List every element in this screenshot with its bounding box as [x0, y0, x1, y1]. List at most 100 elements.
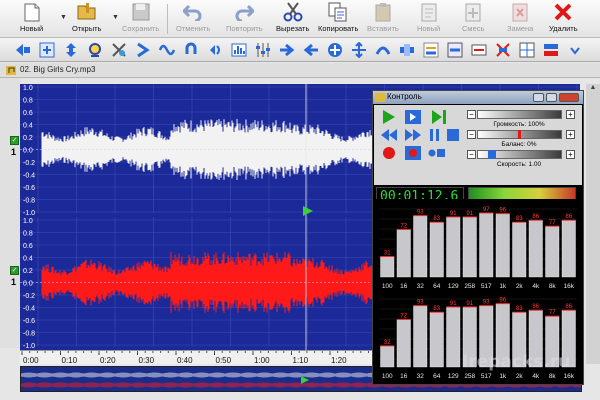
mixer-icon[interactable]	[398, 41, 416, 59]
eq-band-label: 32	[417, 373, 425, 380]
speed-minus-button[interactable]: −	[467, 150, 476, 159]
pause-button[interactable]	[426, 127, 444, 143]
forward-arrow-icon[interactable]	[134, 41, 152, 59]
eq-bar[interactable]	[495, 213, 510, 278]
amplitude-label: 0.4	[23, 123, 33, 130]
fade-left-icon[interactable]	[14, 41, 32, 59]
stop-button[interactable]	[444, 127, 462, 143]
volume-minus-button[interactable]: −	[467, 110, 476, 119]
eq-bar[interactable]	[462, 216, 477, 278]
overview-cursor-icon[interactable]	[301, 376, 309, 384]
redo-button[interactable]: Повторить	[226, 2, 263, 36]
mix-button[interactable]: Смесь	[462, 2, 484, 36]
paste-new-button[interactable]: Новый	[417, 2, 440, 36]
vertical-scrollbar[interactable]: ▲	[586, 84, 600, 364]
balance-minus-button[interactable]: −	[467, 130, 476, 139]
channel-1-checkbox[interactable]: ✓	[10, 136, 19, 145]
open-button[interactable]: Открыть	[72, 2, 101, 36]
normalize-level-icon[interactable]	[422, 41, 440, 59]
file-tab[interactable]: 02. Big Girls Cry.mp3	[0, 63, 600, 78]
play-selection-button[interactable]	[430, 109, 448, 125]
channel-2-checkbox[interactable]: ✓	[10, 266, 19, 275]
balance-thumb[interactable]	[518, 130, 521, 139]
balance-slider[interactable]	[477, 130, 562, 139]
delete-icon	[553, 2, 573, 22]
record-button[interactable]	[380, 145, 398, 161]
normalize-icon[interactable]	[38, 41, 56, 59]
right-arrow-icon[interactable]	[278, 41, 296, 59]
amplitude-label: -0.8	[23, 198, 35, 205]
magnify-icon[interactable]	[86, 41, 104, 59]
save-button[interactable]: Сохранить	[122, 2, 159, 36]
dropdown-icon[interactable]	[566, 41, 584, 59]
open-dropdown-icon[interactable]: ▼	[112, 14, 119, 21]
eq-bar[interactable]	[413, 215, 428, 278]
rewind-button[interactable]	[380, 127, 398, 143]
scroll-up-icon[interactable]: ▲	[588, 84, 598, 94]
noise-gate-icon[interactable]	[446, 41, 464, 59]
equalizer-icon[interactable]	[254, 41, 272, 59]
fast-forward-button[interactable]	[404, 127, 422, 143]
undo-button[interactable]: Отменить	[176, 2, 210, 36]
new-dropdown-icon[interactable]: ▼	[60, 14, 67, 21]
minimize-button[interactable]	[533, 93, 544, 102]
trim-icon[interactable]	[494, 41, 512, 59]
eq-bar[interactable]	[479, 212, 494, 278]
play-button[interactable]	[380, 109, 398, 125]
amplitude-label: 0.6	[23, 110, 33, 117]
replace-button[interactable]: Замена	[507, 2, 533, 36]
play-icon	[383, 110, 395, 124]
echo-icon[interactable]	[206, 41, 224, 59]
eq-bar[interactable]	[380, 256, 395, 278]
maximize-button[interactable]	[546, 93, 557, 102]
eq-bar[interactable]	[446, 306, 461, 368]
eq-bar[interactable]	[446, 216, 461, 278]
cut-button[interactable]: Вырезать	[276, 2, 309, 36]
compress-icon[interactable]	[350, 41, 368, 59]
eq-bar[interactable]	[545, 225, 560, 278]
speed-thumb[interactable]	[488, 150, 496, 159]
bars-icon[interactable]	[230, 41, 248, 59]
speed-icon[interactable]	[374, 41, 392, 59]
eq-bar[interactable]	[512, 222, 527, 278]
amplify-icon[interactable]	[62, 41, 80, 59]
wave-curve-icon[interactable]	[158, 41, 176, 59]
balance-plus-button[interactable]: +	[566, 130, 575, 139]
eq-bar[interactable]	[380, 345, 395, 368]
copy-button[interactable]: Копировать	[318, 2, 358, 36]
record-options-button[interactable]	[428, 145, 446, 161]
undo-icon	[183, 2, 203, 22]
paste-button[interactable]: Вставить	[367, 2, 399, 36]
loop-icon[interactable]	[182, 41, 200, 59]
eq-bar[interactable]	[429, 312, 444, 368]
volume-slider[interactable]	[477, 110, 562, 119]
equalizer-top[interactable]: 31100721693328364911299125897517961k832k…	[375, 199, 579, 291]
silence-icon[interactable]	[470, 41, 488, 59]
eq-bar[interactable]	[413, 305, 428, 368]
eq-value-label: 83	[433, 216, 440, 222]
left-arrow-icon[interactable]	[302, 41, 320, 59]
stereo-icon[interactable]	[542, 41, 560, 59]
new-button[interactable]: Новый	[20, 2, 43, 36]
delete-button[interactable]: Удалить	[549, 2, 578, 36]
grid-icon[interactable]	[518, 41, 536, 59]
speed-slider[interactable]	[477, 150, 562, 159]
record-loop-button[interactable]	[404, 145, 422, 161]
time-label: 1:00	[254, 356, 270, 364]
amplitude-label: 0.0	[23, 281, 33, 288]
center-icon[interactable]	[326, 41, 344, 59]
eq-value-label: 91	[450, 211, 457, 217]
remove-icon[interactable]	[110, 41, 128, 59]
eq-bar[interactable]	[396, 229, 411, 278]
close-button[interactable]	[559, 93, 579, 102]
control-window: Контроль − + Громкость: 100% − + Баланс:…	[372, 90, 584, 385]
volume-plus-button[interactable]: +	[566, 110, 575, 119]
control-titlebar[interactable]: Контроль	[373, 91, 583, 104]
speed-plus-button[interactable]: +	[566, 150, 575, 159]
eq-bar[interactable]	[429, 222, 444, 278]
eq-bar[interactable]	[561, 220, 576, 278]
eq-bar[interactable]	[396, 319, 411, 368]
play-loop-button[interactable]	[404, 109, 422, 125]
eq-bar[interactable]	[528, 220, 543, 278]
eq-band-label: 100	[382, 373, 393, 380]
